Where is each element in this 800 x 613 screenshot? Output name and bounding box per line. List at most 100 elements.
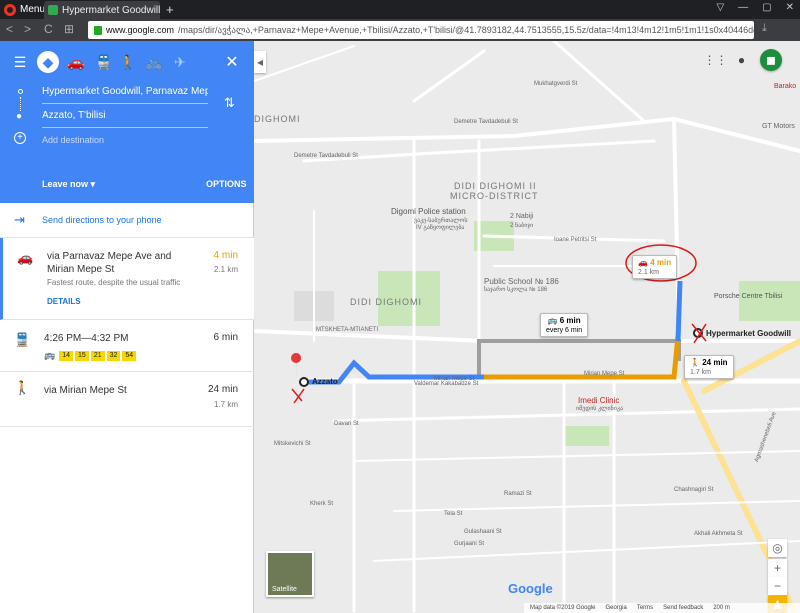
- forward-button[interactable]: >: [24, 22, 31, 36]
- origin-place-label[interactable]: Hypermarket Goodwill: [706, 329, 791, 338]
- poi-police-ka: ვაკე-საბურთალოს: [414, 218, 468, 224]
- route-subtitle: Fastest route, despite the usual traffic: [47, 278, 181, 287]
- maximize-button[interactable]: ▢: [762, 2, 771, 13]
- travel-mode-bar: ☰ ◆ 🚗 🚆 🚶 🚲 ✈ ✕: [0, 47, 254, 77]
- walking-time-callout[interactable]: 🚶 24 min 1.7 km: [684, 355, 734, 379]
- poi-porsche-label[interactable]: Porsche Centre Tbilisi: [714, 293, 782, 300]
- tab-title: Hypermarket Goodwill to Azz: [62, 4, 160, 16]
- poi-nabiji-label[interactable]: 2 Nabiji: [510, 213, 533, 220]
- url-host: www.google.com: [106, 25, 175, 35]
- flight-mode-icon[interactable]: ✈: [168, 51, 192, 73]
- hamburger-menu-icon[interactable]: ☰: [8, 51, 32, 73]
- poi-gt-motors-label[interactable]: GT Motors: [762, 123, 795, 130]
- route-distance: 2.1 km: [213, 265, 238, 274]
- poi-school-ka: საჯარო სკოლა № 186: [484, 287, 548, 293]
- region-label: MTSKHETA-MTIANETI: [316, 327, 379, 333]
- send-feedback-link[interactable]: Send feedback: [663, 605, 703, 611]
- map-canvas[interactable]: DIDI DIGHOMI II MICRO-DISTRICT DIDI DIGH…: [254, 41, 800, 613]
- browser-menu-button[interactable]: Menu: [4, 2, 45, 17]
- collapse-panel-button[interactable]: ◂: [254, 51, 266, 73]
- send-to-phone-row[interactable]: ⇥ Send directions to your phone: [0, 203, 254, 238]
- walk-icon: 🚶: [690, 358, 700, 367]
- destination-marker: [299, 377, 309, 387]
- poi-police-label[interactable]: Digomi Police station: [391, 207, 466, 216]
- poi-nabiji-ka: 2 ნაბიჯი: [510, 223, 534, 229]
- street-label: Tela St: [444, 511, 463, 517]
- district-label: DIDI DIGHOMI II: [454, 181, 537, 191]
- minimize-button[interactable]: —: [738, 2, 748, 13]
- maps-favicon-icon: [48, 5, 58, 15]
- street-label: Kherk St: [310, 501, 334, 507]
- transit-mode-icon[interactable]: 🚆: [92, 51, 116, 73]
- park-area: [564, 426, 609, 446]
- add-destination-input[interactable]: Add destination: [42, 135, 104, 145]
- browser-tab[interactable]: Hypermarket Goodwill to Azz ×: [44, 1, 160, 19]
- route-time: 4 min: [213, 250, 238, 261]
- street-label: Ioane Petritsi St: [554, 237, 597, 243]
- route-option-walking[interactable]: 🚶 via Mirian Mepe St 24 min 1.7 km: [0, 372, 254, 427]
- zoom-out-button[interactable]: −: [768, 577, 787, 595]
- district-label: DIGHOMI: [254, 114, 301, 124]
- close-directions-icon[interactable]: ✕: [220, 51, 244, 73]
- zoom-in-button[interactable]: +: [768, 559, 787, 577]
- options-button[interactable]: OPTIONS: [206, 179, 247, 189]
- car-mode-icon[interactable]: 🚗: [64, 51, 88, 73]
- swap-directions-icon[interactable]: ⇅: [224, 95, 235, 111]
- send-to-phone-link[interactable]: Send directions to your phone: [42, 215, 162, 225]
- callout-car-distance: 2.1 km: [638, 269, 660, 276]
- callout-transit-time: 6 min: [559, 316, 581, 325]
- map-data-credit: Map data ©2019 Google: [530, 605, 596, 611]
- close-window-button[interactable]: ✕: [786, 2, 794, 13]
- terms-link[interactable]: Terms: [637, 605, 653, 611]
- back-button[interactable]: <: [6, 22, 13, 36]
- district-label: DIDI DIGHOMI: [350, 297, 422, 307]
- route-details-button[interactable]: DETAILS: [47, 297, 81, 306]
- car-icon: 🚗: [638, 258, 648, 267]
- tab-menu-button[interactable]: ▽: [716, 2, 724, 13]
- destination-place-label[interactable]: Azzato: [312, 377, 338, 386]
- lock-icon: [94, 25, 102, 35]
- region-link[interactable]: Georgia: [605, 605, 626, 611]
- street-label: Akhali Akhmeta St: [694, 531, 743, 537]
- leave-now-dropdown[interactable]: Leave now ▾: [42, 179, 95, 190]
- my-location-icon[interactable]: ◎: [768, 539, 787, 557]
- bus-line-chip: 14: [59, 350, 74, 361]
- origin-input[interactable]: Hypermarket Goodwill, Parnavaz Mepe: [42, 82, 208, 104]
- route-title: via Mirian Mepe St: [44, 385, 127, 396]
- street-label: Mirian Mepe St: [584, 371, 625, 377]
- route-option-driving[interactable]: 🚗 via Parnavaz Mepe Ave and Mirian Mepe …: [0, 238, 254, 320]
- new-tab-button[interactable]: +: [166, 2, 174, 17]
- chevron-down-icon: ▾: [90, 179, 96, 189]
- district-label: MICRO-DISTRICT: [450, 191, 539, 201]
- satellite-toggle[interactable]: Satellite: [266, 551, 314, 597]
- account-avatar[interactable]: ◼: [760, 49, 782, 71]
- origin-dot-icon: [18, 89, 23, 94]
- main-route-line: [675, 280, 683, 342]
- poi-barako-label[interactable]: Barako: [774, 83, 796, 90]
- route-title: via Parnavaz Mepe Ave and Mirian Mepe St: [47, 251, 172, 275]
- poi-clinic-label[interactable]: Imedi Clinic: [578, 396, 619, 405]
- poi-police-ka2: IV განყოფილება: [416, 225, 465, 231]
- directions-mode-icon[interactable]: ◆: [37, 51, 59, 73]
- driving-time-callout[interactable]: 🚗 4 min 2.1 km: [632, 255, 678, 279]
- add-destination-icon[interactable]: +: [14, 132, 26, 144]
- browser-tab-bar: Menu Hypermarket Goodwill to Azz × + ▽ —…: [0, 0, 800, 19]
- url-input[interactable]: www.google.com/maps/dir/ავჭალა,+Parnavaz…: [88, 21, 754, 39]
- send-to-phone-icon: ⇥: [14, 212, 25, 227]
- reload-button[interactable]: C: [44, 22, 53, 36]
- poi-school-label[interactable]: Public School № 186: [484, 277, 559, 286]
- walk-mode-icon[interactable]: 🚶: [116, 51, 140, 73]
- transit-time-callout[interactable]: 🚌 6 min every 6 min: [540, 313, 589, 337]
- bus-icon: 🚌: [547, 316, 558, 325]
- speed-dial-button[interactable]: ⊞: [64, 22, 74, 36]
- destination-input[interactable]: Azzato, T'bilisi: [42, 106, 208, 128]
- satellite-label: Satellite: [272, 586, 297, 593]
- url-path: /maps/dir/ავჭალა,+Parnavaz+Mepe+Avenue,+…: [178, 24, 754, 35]
- bike-mode-icon[interactable]: 🚲: [142, 51, 166, 73]
- apps-grid-icon[interactable]: ⋮⋮: [704, 51, 728, 69]
- route-option-transit[interactable]: 🚆 4:26 PM—4:32 PM 6 min 🚌 14 15 21 32 54: [0, 320, 254, 372]
- park-area: [739, 281, 800, 321]
- download-icon[interactable]: ⤓: [762, 22, 767, 35]
- notifications-icon[interactable]: ●: [732, 51, 751, 69]
- bus-lines: 🚌 14 15 21 32 54: [44, 350, 138, 361]
